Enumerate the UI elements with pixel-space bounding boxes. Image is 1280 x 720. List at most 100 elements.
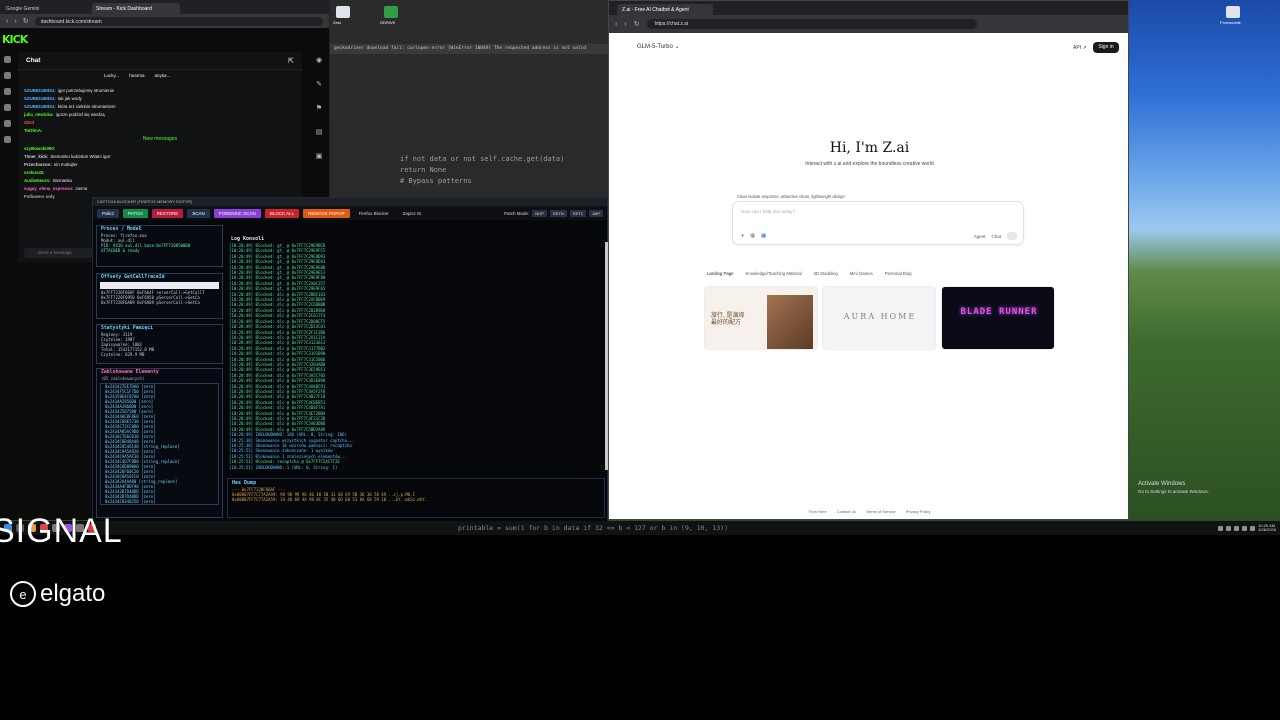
tab-kick-dashboard[interactable]: Stream - Kick Dashboard: [92, 3, 180, 14]
api-link[interactable]: API ↗: [1073, 45, 1087, 51]
clock[interactable]: 10:25 AM 3/28/2026: [1258, 523, 1276, 533]
back-icon[interactable]: ‹: [6, 18, 8, 25]
tool-button[interactable]: Policz: [97, 208, 120, 218]
chat-username[interactable]: SZUBIDUBIDU:: [24, 96, 56, 101]
analytics-icon[interactable]: [3, 120, 11, 127]
category-tab[interactable]: Knowledge/Teaching Material: [746, 271, 802, 276]
example-card-aura-home[interactable]: AURA HOME: [822, 286, 936, 350]
chat-message[interactable]: SZUBIDUBIDU: igor potrzebujemy strumienie: [18, 86, 302, 94]
model-selector[interactable]: GLM-5-Turbo ⌄: [637, 43, 679, 50]
patch-mode-jmp[interactable]: JMP: [589, 209, 603, 217]
pinned-user[interactable]: Lucky...: [104, 73, 119, 83]
message-icon[interactable]: ▣: [316, 152, 323, 160]
offset-selected-row[interactable]: [100, 282, 219, 289]
chat-username[interactable]: szyBowski090:: [24, 146, 55, 151]
chat-username[interactable]: sugay_elena_expresso:: [24, 186, 74, 191]
desktop-app-icon[interactable]: [384, 6, 398, 18]
user-icon[interactable]: ◉: [316, 56, 322, 64]
home-icon[interactable]: [3, 56, 11, 63]
attach-icon[interactable]: ▦: [761, 233, 766, 239]
chat-message[interactable]: szyBowski090:: [18, 144, 302, 152]
chat-username[interactable]: SZUBIDUBIDU:: [24, 88, 56, 93]
chat-username[interactable]: ToOhnA:: [24, 128, 42, 133]
url-field[interactable]: dashboard.kick.com/stream: [34, 16, 323, 26]
chat-message[interactable]: SZUBIDUBIDU: która też ciekinie strumieni…: [18, 102, 302, 110]
footer-link[interactable]: Tech Here: [808, 509, 826, 514]
chat-message[interactable]: Obol: [18, 118, 302, 126]
category-tab[interactable]: Personal Blog: [885, 271, 912, 276]
chat-message[interactable]: julia_newicka: igorze podziel się wiedzą: [18, 110, 302, 118]
send-button[interactable]: [1007, 232, 1017, 240]
stream-icon[interactable]: [3, 72, 11, 79]
blocked-item[interactable]: 0x2434C8348250 [zero]: [101, 499, 218, 504]
offset-row[interactable]: 0x7FF7220F6A89 0xF6A89 pServerCall->GetC…: [97, 300, 222, 305]
patch-mode-retn[interactable]: RETN: [549, 209, 567, 217]
tool-button[interactable]: PATCH: [123, 208, 148, 218]
settings-icon[interactable]: [3, 136, 11, 143]
chat-message[interactable]: AudioNeuro: Siemanko: [18, 176, 302, 184]
plus-icon[interactable]: +: [741, 233, 744, 239]
tool-button[interactable]: BLOCK ALL: [264, 208, 300, 218]
chat-message[interactable]: ToOhnA:: [18, 126, 302, 134]
chat-toggle[interactable]: Chat: [991, 234, 1001, 239]
chat-username[interactable]: AudioNeuro:: [24, 178, 51, 183]
pinned-user[interactable]: anyka...: [154, 73, 170, 83]
tray-icon[interactable]: [1234, 525, 1240, 531]
patch-mode-ret1[interactable]: RET1: [569, 209, 586, 217]
tab-zai[interactable]: Z.ai - Free AI Chatbot & Agent: [617, 4, 713, 15]
reload-icon[interactable]: ↻: [634, 20, 640, 28]
example-card-blade-runner[interactable]: BLADE RUNNER: [941, 286, 1055, 350]
patch-mode-nop[interactable]: NOP: [532, 209, 547, 217]
example-card-travel[interactable]: 旅行, 是演绎 最好的配方: [704, 286, 818, 350]
chat-message[interactable]: Przecharson: ein mokajler: [18, 160, 302, 168]
category-tab[interactable]: Mini Games: [850, 271, 873, 276]
flag-icon[interactable]: ⚑: [316, 104, 322, 112]
chat-username[interactable]: SZUBIDUBIDU:: [24, 104, 56, 109]
blocked-list[interactable]: 0x243427EE7DA0 [zero] 0x2434F5C1F7D0 [zer…: [100, 383, 219, 505]
tray-icon[interactable]: [1218, 525, 1224, 531]
category-tab[interactable]: 3D Modeling: [814, 271, 838, 276]
url-field[interactable]: https://chat.z.ai: [646, 19, 977, 29]
footer-link[interactable]: Terms of Service: [866, 509, 896, 514]
chat-username[interactable]: julia_newicka:: [24, 112, 54, 117]
desktop-app-icon[interactable]: [336, 6, 350, 18]
prompt-input[interactable]: How can I help you today?: [733, 202, 1023, 221]
tool-button[interactable]: REMOVE POPUP: [303, 208, 350, 218]
chat-username[interactable]: Obol: [24, 120, 34, 125]
chat-username[interactable]: Followers only: [24, 194, 55, 199]
tool-button[interactable]: Zapisz IE: [398, 209, 427, 218]
chat-message[interactable]: Timer_kick: Siemanko ludziska! Witam igor: [18, 152, 302, 160]
agent-toggle[interactable]: Agent: [974, 234, 986, 239]
chat-message[interactable]: orskus45:: [18, 168, 302, 176]
trash-icon[interactable]: ▤: [316, 128, 323, 136]
chat-icon[interactable]: [3, 88, 11, 95]
category-tab[interactable]: Landing Page: [707, 271, 734, 276]
reload-icon[interactable]: ↻: [23, 17, 29, 25]
tray-icon[interactable]: [1250, 525, 1256, 531]
pinned-user[interactable]: hearma: [129, 73, 144, 83]
tool-button[interactable]: Firefox Blocker: [354, 209, 394, 218]
desktop-app-icon[interactable]: [1226, 6, 1240, 18]
chat-message[interactable]: SZUBIDUBIDU: tak jak wody: [18, 94, 302, 102]
chat-username[interactable]: Timer_kick:: [24, 154, 48, 159]
pencil-icon[interactable]: ✎: [316, 80, 322, 88]
tray-icon[interactable]: [1242, 525, 1248, 531]
footer-link[interactable]: Privacy Policy: [906, 509, 931, 514]
footer-link[interactable]: Contact us: [837, 509, 856, 514]
new-messages-divider[interactable]: New messages: [18, 134, 302, 144]
tool-button[interactable]: RESTORE: [151, 208, 184, 218]
globe-icon[interactable]: ◍: [750, 233, 755, 239]
chat-username[interactable]: Przecharson:: [24, 162, 52, 167]
forward-icon[interactable]: ›: [624, 21, 626, 28]
tab-gemini[interactable]: Google Gemini: [2, 3, 90, 14]
mod-icon[interactable]: [3, 104, 11, 111]
back-icon[interactable]: ‹: [615, 21, 617, 28]
popout-icon[interactable]: ⇱: [288, 57, 294, 65]
forward-icon[interactable]: ›: [14, 18, 16, 25]
chat-username[interactable]: orskus45:: [24, 170, 45, 175]
tool-button[interactable]: FORENSIC SCAN: [213, 208, 261, 218]
kick-logo[interactable]: KICK: [2, 33, 28, 46]
tool-button[interactable]: SCAN: [187, 208, 210, 218]
sign-in-button[interactable]: Sign in: [1093, 42, 1119, 53]
chat-message[interactable]: sugay_elena_expresso: siema: [18, 184, 302, 192]
